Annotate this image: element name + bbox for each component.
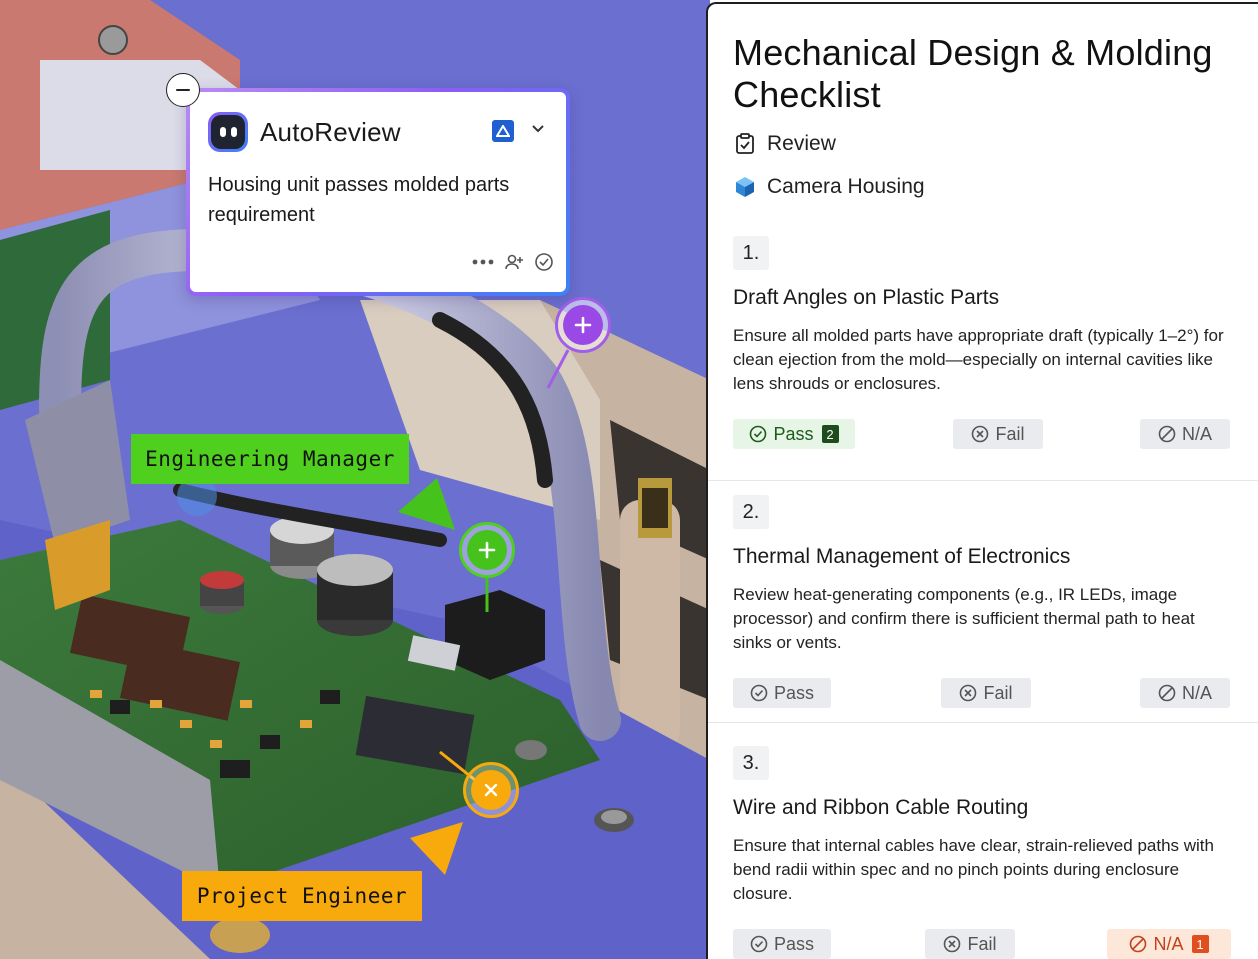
item-title: Thermal Management of Electronics	[733, 545, 1071, 568]
na-button[interactable]: N/A	[1140, 419, 1230, 449]
checklist-item-2: 2. Thermal Management of Electronics Rev…	[708, 480, 1258, 722]
autoreview-card[interactable]: AutoReview Housing unit passes molded pa…	[186, 88, 570, 296]
pass-label: Pass	[773, 933, 815, 954]
priority-flag-icon[interactable]	[492, 120, 514, 142]
chevron-down-icon[interactable]	[528, 118, 548, 138]
autoreview-actions	[472, 252, 554, 272]
na-label: N/A	[1181, 682, 1212, 703]
collapse-card-button[interactable]	[166, 73, 200, 107]
na-button[interactable]: N/A 1	[1107, 929, 1231, 959]
pass-button[interactable]: Pass	[733, 929, 831, 959]
fail-button[interactable]: Fail	[925, 929, 1015, 959]
x-circle-icon	[971, 425, 989, 443]
plus-icon	[478, 541, 496, 559]
more-icon[interactable]	[472, 258, 494, 266]
close-icon	[484, 783, 498, 797]
autoreview-message: Housing unit passes molded parts require…	[208, 174, 510, 226]
pass-label: Pass	[773, 423, 814, 444]
purple-comment-marker[interactable]	[555, 297, 611, 353]
fail-label: Fail	[967, 933, 997, 954]
item-description: Review heat-generating components (e.g.,…	[733, 585, 1195, 652]
checklist-title: Mechanical Design & Molding Checklist	[733, 32, 1213, 115]
project-engineer-label: Project Engineer	[182, 871, 422, 921]
plus-icon	[574, 316, 592, 334]
item-title: Draft Angles on Plastic Parts	[733, 286, 1000, 309]
fail-button[interactable]: Fail	[953, 419, 1043, 449]
autoreview-header: AutoReview	[208, 112, 401, 152]
na-label: N/A	[1153, 933, 1184, 954]
fail-label: Fail	[983, 682, 1013, 703]
resolve-check-icon[interactable]	[534, 252, 554, 272]
orange-comment-marker[interactable]	[463, 762, 519, 818]
check-circle-icon	[749, 425, 767, 443]
na-label: N/A	[1181, 423, 1212, 444]
na-count-badge: 1	[1191, 935, 1209, 953]
slash-circle-icon	[1129, 935, 1147, 953]
fail-button[interactable]: Fail	[941, 678, 1031, 708]
review-row: Review	[733, 132, 836, 156]
fail-label: Fail	[995, 423, 1025, 444]
autoreview-title: AutoReview	[260, 116, 401, 147]
checklist-panel: Mechanical Design & Molding Checklist Re…	[706, 2, 1258, 959]
slash-circle-icon	[1158, 684, 1176, 702]
green-comment-marker[interactable]	[459, 522, 515, 578]
part-label: Camera Housing	[767, 175, 925, 198]
pass-button[interactable]: Pass 2	[733, 419, 855, 449]
assign-user-icon[interactable]	[504, 252, 524, 272]
item-description: Ensure all molded parts have appropriate…	[733, 326, 1224, 393]
item-number: 1.	[733, 236, 769, 270]
check-circle-icon	[750, 684, 768, 702]
item-title: Wire and Ribbon Cable Routing	[733, 796, 1029, 819]
na-button[interactable]: N/A	[1140, 678, 1230, 708]
pass-button[interactable]: Pass	[733, 678, 831, 708]
review-label: Review	[767, 132, 836, 155]
item-description: Ensure that internal cables have clear, …	[733, 836, 1214, 903]
checklist-item-3: 3. Wire and Ribbon Cable Routing Ensure …	[708, 722, 1258, 959]
check-circle-icon	[750, 935, 768, 953]
item-number: 2.	[733, 495, 769, 529]
slash-circle-icon	[1158, 425, 1176, 443]
clipboard-check-icon	[733, 132, 757, 156]
part-row: Camera Housing	[733, 175, 925, 199]
checklist-item-1: 1. Draft Angles on Plastic Parts Ensure …	[708, 230, 1258, 480]
pass-label: Pass	[773, 682, 815, 703]
x-circle-icon	[943, 935, 961, 953]
item-number: 3.	[733, 746, 769, 780]
engineering-manager-label: Engineering Manager	[131, 434, 409, 484]
x-circle-icon	[959, 684, 977, 702]
pass-count-badge: 2	[821, 425, 839, 443]
cube-icon	[733, 175, 757, 199]
robot-icon	[208, 112, 248, 152]
